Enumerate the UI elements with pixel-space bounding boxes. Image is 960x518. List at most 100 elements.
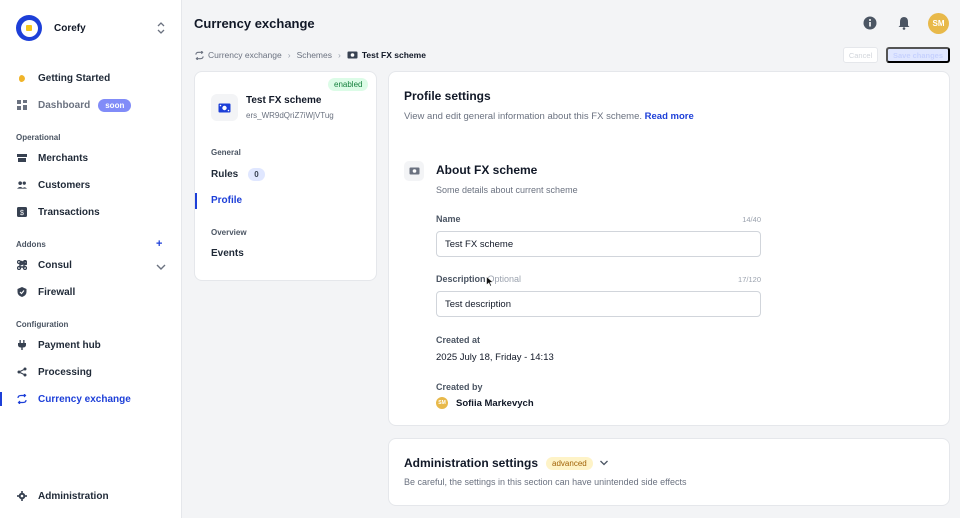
money-icon xyxy=(347,51,358,59)
sidebar-item-label: Firewall xyxy=(38,286,76,298)
nav-events-label: Events xyxy=(211,248,244,259)
page-title: Currency exchange xyxy=(194,16,315,31)
sidebar-item-label: Currency exchange xyxy=(38,393,131,405)
users-icon xyxy=(17,180,27,190)
info-icon[interactable] xyxy=(862,15,878,31)
administration-settings-title: Administration settings xyxy=(404,456,539,470)
breadcrumb-link-schemes[interactable]: Schemes xyxy=(297,50,332,60)
avatar: SM xyxy=(436,397,448,409)
profile-settings-description: View and edit general information about … xyxy=(404,111,694,122)
nav-rules[interactable]: Rules 0 xyxy=(211,168,265,181)
money-icon xyxy=(404,161,424,181)
corefy-logo xyxy=(16,15,42,41)
money-icon xyxy=(211,94,238,121)
sidebar-item-merchants[interactable]: Merchants xyxy=(0,147,182,169)
administration-settings-description: Be careful, the settings in this section… xyxy=(404,477,687,487)
sidebar-item-currency-exchange[interactable]: Currency exchange xyxy=(0,388,182,410)
sidebar-item-transactions[interactable]: $ Transactions xyxy=(0,201,182,223)
created-at-label: Created at xyxy=(436,335,481,345)
sidebar-item-label: Customers xyxy=(38,179,91,191)
gear-icon xyxy=(17,491,27,501)
created-by-label: Created by xyxy=(436,382,483,392)
sidebar-item-getting-started[interactable]: Getting Started xyxy=(0,67,182,89)
about-scheme-title: About FX scheme xyxy=(436,163,538,177)
dollar-icon: $ xyxy=(17,207,27,217)
nav-rules-label: Rules xyxy=(211,169,239,180)
soon-badge: soon xyxy=(98,98,132,112)
sidebar-item-dashboard[interactable]: Dashboard soon xyxy=(0,94,182,116)
administration-settings-card[interactable]: Administration settings advanced Be care… xyxy=(388,438,950,506)
rules-count-badge: 0 xyxy=(248,168,265,181)
scheme-name: Test FX scheme xyxy=(246,95,322,106)
switch-workspace-icon[interactable] xyxy=(155,21,167,35)
chevron-right-icon: › xyxy=(338,50,341,60)
share-icon xyxy=(17,367,27,377)
dashboard-icon xyxy=(17,100,27,110)
section-label-configuration: Configuration xyxy=(16,320,69,329)
description-input[interactable] xyxy=(436,291,761,317)
name-char-count: 14/40 xyxy=(742,215,761,224)
nav-profile[interactable]: Profile xyxy=(194,193,243,209)
chevron-down-icon[interactable] xyxy=(155,262,167,275)
sidebar-item-customers[interactable]: Customers xyxy=(0,174,182,196)
plug-icon xyxy=(17,340,27,350)
sidebar-item-label: Administration xyxy=(38,490,109,502)
chevron-right-icon: › xyxy=(287,50,291,60)
sidebar-item-label: Payment hub xyxy=(38,339,101,351)
nav-profile-label: Profile xyxy=(211,195,243,206)
name-input[interactable] xyxy=(436,231,761,257)
about-scheme-subtitle: Some details about current scheme xyxy=(436,185,578,195)
nav-events[interactable]: Events xyxy=(211,248,244,259)
created-at-value: 2025 July 18, Friday - 14:13 xyxy=(436,352,554,363)
sidebar-item-label: Merchants xyxy=(38,152,89,164)
section-label-operational: Operational xyxy=(16,133,61,142)
profile-settings-card: Profile settings View and edit general i… xyxy=(388,71,950,426)
description-label: Description Optional xyxy=(436,274,521,284)
add-addon-button[interactable]: + xyxy=(156,238,162,250)
svg-text:$: $ xyxy=(20,210,24,217)
profile-description-text: View and edit general information about … xyxy=(404,111,642,122)
store-icon xyxy=(17,153,27,163)
name-label: Name xyxy=(436,214,461,224)
sidebar-item-payment-hub[interactable]: Payment hub xyxy=(0,334,182,356)
created-by-name: Sofiia Markevych xyxy=(456,397,534,409)
brand-name: Corefy xyxy=(54,22,86,34)
breadcrumb: Currency exchange › Schemes › Test FX sc… xyxy=(195,50,426,60)
breadcrumb-current: Test FX scheme xyxy=(361,50,426,60)
overview-label: Overview xyxy=(211,228,247,237)
sidebar-item-administration[interactable]: Administration xyxy=(0,485,182,507)
sidebar-item-label: Consul xyxy=(38,259,72,271)
shield-icon xyxy=(17,287,27,297)
sidebar: Corefy Getting Started Dashboard soon Op… xyxy=(0,0,182,518)
cancel-button[interactable]: Cancel xyxy=(843,47,878,63)
command-icon xyxy=(17,260,27,270)
save-changes-button[interactable]: Save changes xyxy=(886,47,950,63)
section-label-addons: Addons xyxy=(16,240,46,249)
exchange-icon xyxy=(17,394,27,404)
sidebar-item-firewall[interactable]: Firewall xyxy=(0,281,182,303)
description-label-text: Description xyxy=(436,274,486,284)
sidebar-item-label: Processing xyxy=(38,366,92,378)
scheme-summary-card: enabled Test FX scheme ers_WR9dQriZ7iWjV… xyxy=(194,71,377,281)
sidebar-item-label: Getting Started xyxy=(38,72,111,84)
administration-settings-header[interactable]: Administration settings advanced xyxy=(404,456,609,470)
read-more-link[interactable]: Read more xyxy=(645,111,694,122)
sidebar-item-processing[interactable]: Processing xyxy=(0,361,182,383)
exchange-icon xyxy=(195,50,204,60)
scheme-id: ers_WR9dQriZ7iWjVTug xyxy=(246,111,334,120)
user-avatar[interactable]: SM xyxy=(928,13,949,34)
status-badge: enabled xyxy=(328,78,369,91)
chevron-down-icon[interactable] xyxy=(599,459,609,467)
bell-icon[interactable] xyxy=(896,15,912,31)
wave-hand-icon xyxy=(17,73,27,83)
advanced-badge: advanced xyxy=(546,456,593,470)
created-by-user[interactable]: SM Sofiia Markevych xyxy=(436,397,534,409)
general-label: General xyxy=(211,148,241,157)
sidebar-item-label: Dashboard xyxy=(38,99,91,111)
description-char-count: 17/120 xyxy=(738,275,761,284)
mouse-cursor-icon xyxy=(486,275,494,290)
profile-settings-title: Profile settings xyxy=(404,89,491,103)
brand[interactable]: Corefy xyxy=(16,15,86,41)
sidebar-item-label: Transactions xyxy=(38,206,100,218)
breadcrumb-link-currency-exchange[interactable]: Currency exchange xyxy=(208,50,282,60)
